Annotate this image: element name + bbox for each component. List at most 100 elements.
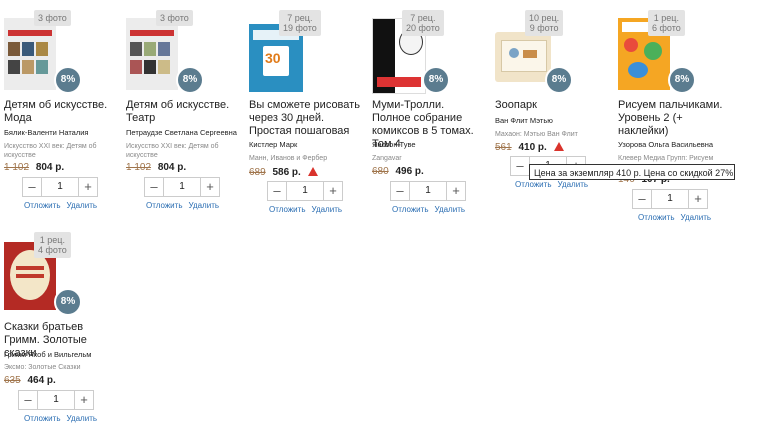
minus-button[interactable]: – bbox=[23, 178, 41, 196]
plus-button[interactable]: + bbox=[201, 178, 219, 196]
old-price: 561 bbox=[495, 142, 512, 153]
old-price: 1 102 bbox=[4, 162, 30, 173]
product-publisher[interactable]: Zangavar bbox=[372, 154, 472, 163]
review-photo-badge: 10 рец. 9 фото bbox=[525, 10, 564, 36]
item-actions: Отложить Удалить bbox=[392, 205, 471, 214]
new-price: 410 р. bbox=[518, 142, 547, 153]
minus-button[interactable]: – bbox=[391, 182, 409, 200]
postpone-link[interactable]: Отложить bbox=[638, 213, 674, 222]
old-price: 635 bbox=[4, 375, 21, 386]
discount-badge: 8% bbox=[54, 66, 82, 94]
product-publisher[interactable]: Эксмо: Золотые Сказки bbox=[4, 363, 104, 372]
discount-badge: 8% bbox=[54, 288, 82, 316]
book-cover[interactable] bbox=[4, 18, 56, 90]
product-card: 3 фото 8% Детям об искусстве. Мода Бялик… bbox=[4, 10, 120, 215]
minus-button[interactable]: – bbox=[511, 157, 529, 175]
product-card: 7 рец. 20 фото 8% Муми-Тролли. Полное со… bbox=[372, 10, 488, 220]
product-title[interactable]: Детям об искусстве. Мода bbox=[4, 99, 116, 125]
discount-badge: 8% bbox=[176, 66, 204, 94]
price: 689 586 р. bbox=[249, 166, 318, 178]
price: 561 410 р. bbox=[495, 141, 564, 153]
product-author[interactable]: Янссон Туве bbox=[372, 140, 488, 149]
product-title[interactable]: Рисуем пальчиками. Уровень 2 (+ наклейки… bbox=[618, 99, 730, 138]
minus-button[interactable]: – bbox=[268, 182, 286, 200]
price: 680 496 р. bbox=[372, 166, 424, 177]
product-card: 1 рец. 6 фото 8% Рисуем пальчиками. Уров… bbox=[618, 10, 734, 225]
warning-icon[interactable] bbox=[553, 142, 564, 151]
new-price: 464 р. bbox=[27, 375, 56, 386]
item-actions: Отложить Удалить bbox=[24, 414, 103, 423]
delete-link[interactable]: Удалить bbox=[311, 205, 342, 214]
plus-button[interactable]: + bbox=[79, 178, 97, 196]
quantity-stepper: – 1 + bbox=[267, 181, 343, 201]
price: 1 102 804 р. bbox=[126, 162, 186, 173]
product-publisher[interactable]: Клевер Медиа Групп: Рисуем bbox=[618, 154, 718, 163]
product-title[interactable]: Вы сможете рисовать через 30 дней. Прост… bbox=[249, 99, 361, 138]
review-photo-badge: 1 рец. 6 фото bbox=[648, 10, 685, 36]
product-card: 30 7 рец. 19 фото Вы сможете рисовать че… bbox=[249, 10, 365, 220]
photo-count-badge: 3 фото bbox=[34, 10, 71, 26]
quantity-stepper: – 1 + bbox=[144, 177, 220, 197]
postpone-link[interactable]: Отложить bbox=[24, 201, 60, 210]
quantity-field[interactable]: 1 bbox=[286, 182, 324, 200]
postpone-link[interactable]: Отложить bbox=[146, 201, 182, 210]
minus-button[interactable]: – bbox=[19, 391, 37, 409]
plus-button[interactable]: + bbox=[75, 391, 93, 409]
postpone-link[interactable]: Отложить bbox=[515, 180, 551, 189]
product-publisher[interactable]: Искусство XXI век: Детям об искусстве bbox=[4, 142, 104, 160]
product-publisher[interactable]: Манн, Иванов и Фербер bbox=[249, 154, 349, 163]
discount-badge: 8% bbox=[422, 66, 450, 94]
quantity-field[interactable]: 1 bbox=[651, 190, 689, 208]
book-cover[interactable] bbox=[126, 18, 178, 90]
delete-link[interactable]: Удалить bbox=[188, 201, 219, 210]
product-card: 1 рец. 4 фото 8% Сказки братьев Гримм. З… bbox=[4, 232, 120, 427]
item-actions: Отложить Удалить bbox=[638, 213, 717, 222]
product-author[interactable]: Кистлер Марк bbox=[249, 140, 365, 149]
product-author[interactable]: Узорова Ольга Васильевна bbox=[618, 140, 734, 149]
postpone-link[interactable]: Отложить bbox=[24, 414, 60, 423]
quantity-field[interactable]: 1 bbox=[37, 391, 75, 409]
quantity-field[interactable]: 1 bbox=[163, 178, 201, 196]
minus-button[interactable]: – bbox=[633, 190, 651, 208]
price-tooltip: Цена за экземпляр 410 р. Цена со скидкой… bbox=[529, 164, 735, 180]
plus-button[interactable]: + bbox=[689, 190, 707, 208]
quantity-stepper: – 1 + bbox=[390, 181, 466, 201]
price: 635 464 р. bbox=[4, 375, 56, 386]
new-price: 496 р. bbox=[395, 166, 424, 177]
old-price: 689 bbox=[249, 167, 266, 178]
product-title[interactable]: Зоопарк bbox=[495, 99, 607, 112]
product-title[interactable]: Детям об искусстве. Театр bbox=[126, 99, 238, 125]
product-card: 3 фото 8% Детям об искусстве. Театр Петр… bbox=[126, 10, 242, 215]
product-author[interactable]: Бялик-Валенти Наталия bbox=[4, 128, 120, 137]
product-publisher[interactable]: Искусство XXI век: Детям об искусстве bbox=[126, 142, 226, 160]
discount-badge: 8% bbox=[668, 66, 696, 94]
product-author[interactable]: Гримм Якоб и Вильгельм bbox=[4, 350, 120, 359]
quantity-field[interactable]: 1 bbox=[41, 178, 79, 196]
review-photo-badge: 7 рец. 20 фото bbox=[402, 10, 444, 36]
discount-badge: 8% bbox=[545, 66, 573, 94]
delete-link[interactable]: Удалить bbox=[66, 414, 97, 423]
warning-icon[interactable] bbox=[307, 167, 318, 176]
postpone-link[interactable]: Отложить bbox=[269, 205, 305, 214]
product-author[interactable]: Ван Флит Мэтью bbox=[495, 116, 611, 125]
old-price: 1 102 bbox=[126, 162, 152, 173]
photo-count-badge: 3 фото bbox=[156, 10, 193, 26]
plus-button[interactable]: + bbox=[447, 182, 465, 200]
item-actions: Отложить Удалить bbox=[269, 205, 348, 214]
review-photo-badge: 1 рец. 4 фото bbox=[34, 232, 71, 258]
minus-button[interactable]: – bbox=[145, 178, 163, 196]
quantity-field[interactable]: 1 bbox=[409, 182, 447, 200]
delete-link[interactable]: Удалить bbox=[557, 180, 588, 189]
new-price: 804 р. bbox=[157, 162, 187, 173]
new-price: 804 р. bbox=[35, 162, 65, 173]
delete-link[interactable]: Удалить bbox=[434, 205, 465, 214]
item-actions: Отложить Удалить bbox=[515, 180, 594, 189]
quantity-stepper: – 1 + bbox=[18, 390, 94, 410]
delete-link[interactable]: Удалить bbox=[66, 201, 97, 210]
postpone-link[interactable]: Отложить bbox=[392, 205, 428, 214]
plus-button[interactable]: + bbox=[324, 182, 342, 200]
product-publisher[interactable]: Махаон: Мэтью Ван Флит bbox=[495, 130, 595, 139]
delete-link[interactable]: Удалить bbox=[680, 213, 711, 222]
product-author[interactable]: Петраудзе Светлана Сергеевна bbox=[126, 128, 242, 137]
book-cover[interactable] bbox=[495, 32, 551, 82]
